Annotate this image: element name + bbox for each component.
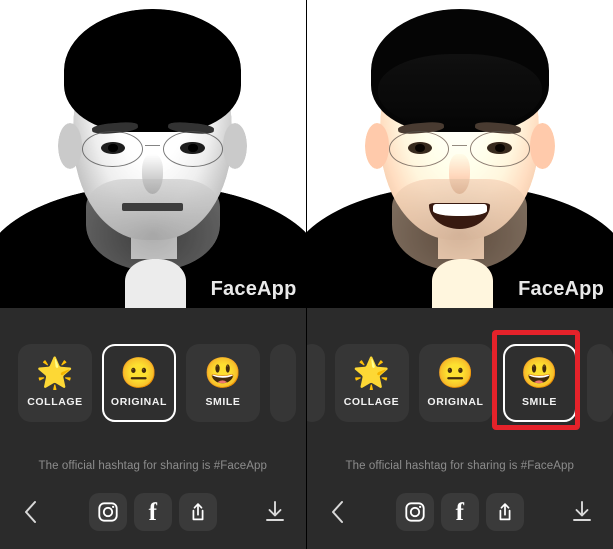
filter-tile-original[interactable]: 😐 ORIGINAL <box>418 344 493 422</box>
filter-label: ORIGINAL <box>110 395 168 408</box>
star-emoji: 🌟 <box>352 356 391 390</box>
share-button[interactable] <box>178 493 217 531</box>
share-button[interactable] <box>485 493 524 531</box>
share-buttons-before: f <box>88 493 217 531</box>
filter-tile-overflow-right[interactable] <box>586 344 613 422</box>
filter-tile-smile[interactable]: 😃 SMILE <box>502 344 577 422</box>
filter-strip-after[interactable]: 🌟 COLLAGE 😐 ORIGINAL 😃 SMILE <box>306 340 613 426</box>
photo-before[interactable]: FaceApp <box>0 0 306 308</box>
filter-tile-original[interactable]: 😐 ORIGINAL <box>102 344 176 422</box>
facebook-button[interactable]: f <box>133 493 172 531</box>
grinning-face-emoji: 😃 <box>204 356 242 390</box>
controls-before: 🌟 COLLAGE 😐 ORIGINAL 😃 SMILE The officia… <box>0 308 306 549</box>
neutral-face-emoji: 😐 <box>436 356 475 390</box>
filter-tile-smile[interactable]: 😃 SMILE <box>186 344 260 422</box>
watermark-after: FaceApp <box>518 278 604 300</box>
share-buttons-after: f <box>395 493 524 531</box>
portrait-neutral <box>0 0 306 308</box>
back-button[interactable] <box>14 495 48 529</box>
bottom-bar-after: f <box>307 485 613 539</box>
facebook-button[interactable]: f <box>440 493 479 531</box>
panel-after: FaceApp 🌟 COLLAGE 😐 ORIGINAL 😃 SMILE The… <box>305 0 613 549</box>
controls-after: 🌟 COLLAGE 😐 ORIGINAL 😃 SMILE The officia… <box>306 308 613 549</box>
hashtag-text-before: The official hashtag for sharing is #Fac… <box>38 460 268 472</box>
portrait-smiling <box>306 0 613 308</box>
instagram-button[interactable] <box>88 493 127 531</box>
bottom-bar-before: f <box>0 485 306 539</box>
filter-tile-overflow[interactable] <box>270 344 296 422</box>
download-button[interactable] <box>565 495 599 529</box>
neutral-face-emoji: 😐 <box>120 356 158 390</box>
download-button[interactable] <box>258 495 292 529</box>
instagram-button[interactable] <box>395 493 434 531</box>
photo-after[interactable]: FaceApp <box>306 0 613 308</box>
faceapp-comparison: FaceApp 🌟 COLLAGE 😐 ORIGINAL 😃 SMILE The… <box>0 0 613 549</box>
facebook-icon: f <box>455 498 464 526</box>
grinning-face-emoji: 😃 <box>520 356 559 390</box>
filter-tile-collage[interactable]: 🌟 COLLAGE <box>18 344 92 422</box>
star-emoji: 🌟 <box>36 356 74 390</box>
filter-label: SMILE <box>521 395 558 408</box>
filter-tile-overflow-left[interactable] <box>306 344 325 422</box>
back-button[interactable] <box>321 495 355 529</box>
watermark-before: FaceApp <box>210 278 297 300</box>
panel-before: FaceApp 🌟 COLLAGE 😐 ORIGINAL 😃 SMILE The… <box>0 0 306 549</box>
filter-label: ORIGINAL <box>427 395 484 408</box>
filter-label: COLLAGE <box>27 395 83 408</box>
filter-label: COLLAGE <box>343 395 400 408</box>
filter-label: SMILE <box>205 395 241 408</box>
facebook-icon: f <box>148 498 157 526</box>
hashtag-text-after: The official hashtag for sharing is #Fac… <box>345 460 575 472</box>
filter-tile-collage[interactable]: 🌟 COLLAGE <box>334 344 409 422</box>
filter-strip-before[interactable]: 🌟 COLLAGE 😐 ORIGINAL 😃 SMILE <box>0 340 306 426</box>
